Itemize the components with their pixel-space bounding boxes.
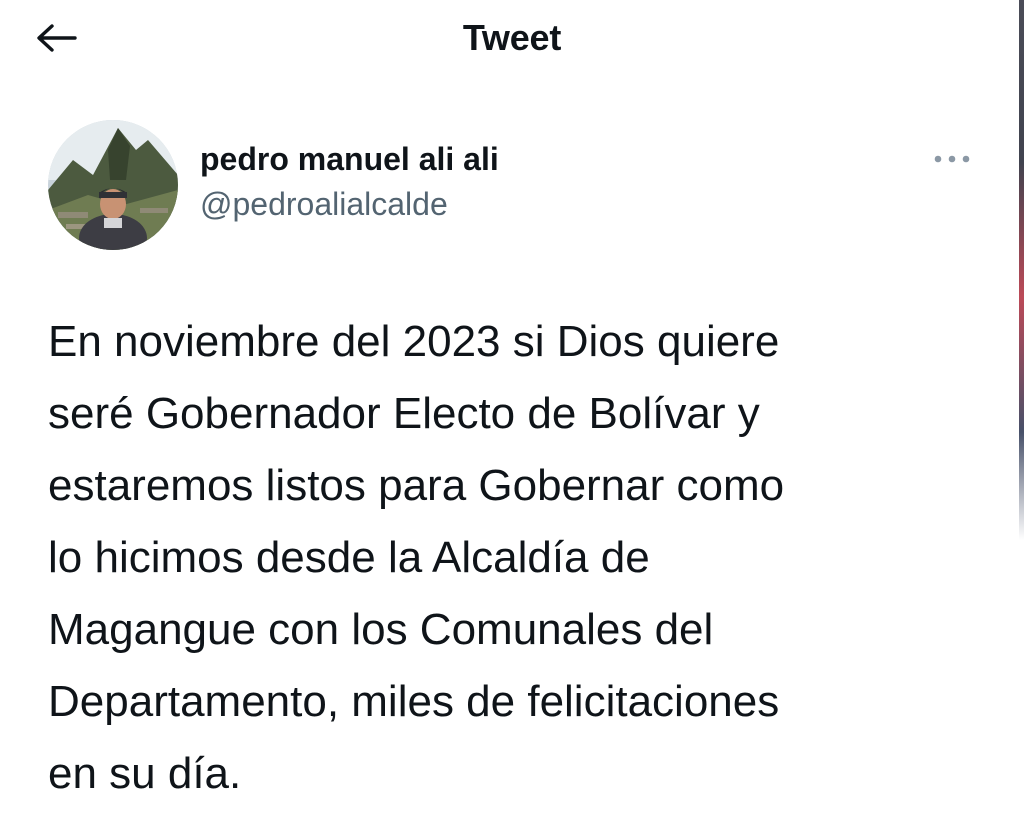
top-app-bar: Tweet [0, 0, 1024, 80]
tweet-text: En noviembre del 2023 si Dios quiere ser… [48, 317, 785, 798]
edge-strip-decoration [1019, 0, 1024, 540]
avatar[interactable] [48, 120, 178, 250]
profile-photo-image [48, 120, 178, 250]
page-title: Tweet [462, 17, 562, 58]
author-name-block: pedro manuel ali ali @pedroalialcalde [200, 138, 499, 224]
author-handle[interactable]: @pedroalialcalde [200, 184, 499, 224]
tweet-author-row: pedro manuel ali ali @pedroalialcalde [48, 118, 978, 250]
more-options-button[interactable] [930, 144, 974, 174]
more-horizontal-icon [934, 155, 970, 163]
author-display-name[interactable]: pedro manuel ali ali [200, 138, 499, 180]
